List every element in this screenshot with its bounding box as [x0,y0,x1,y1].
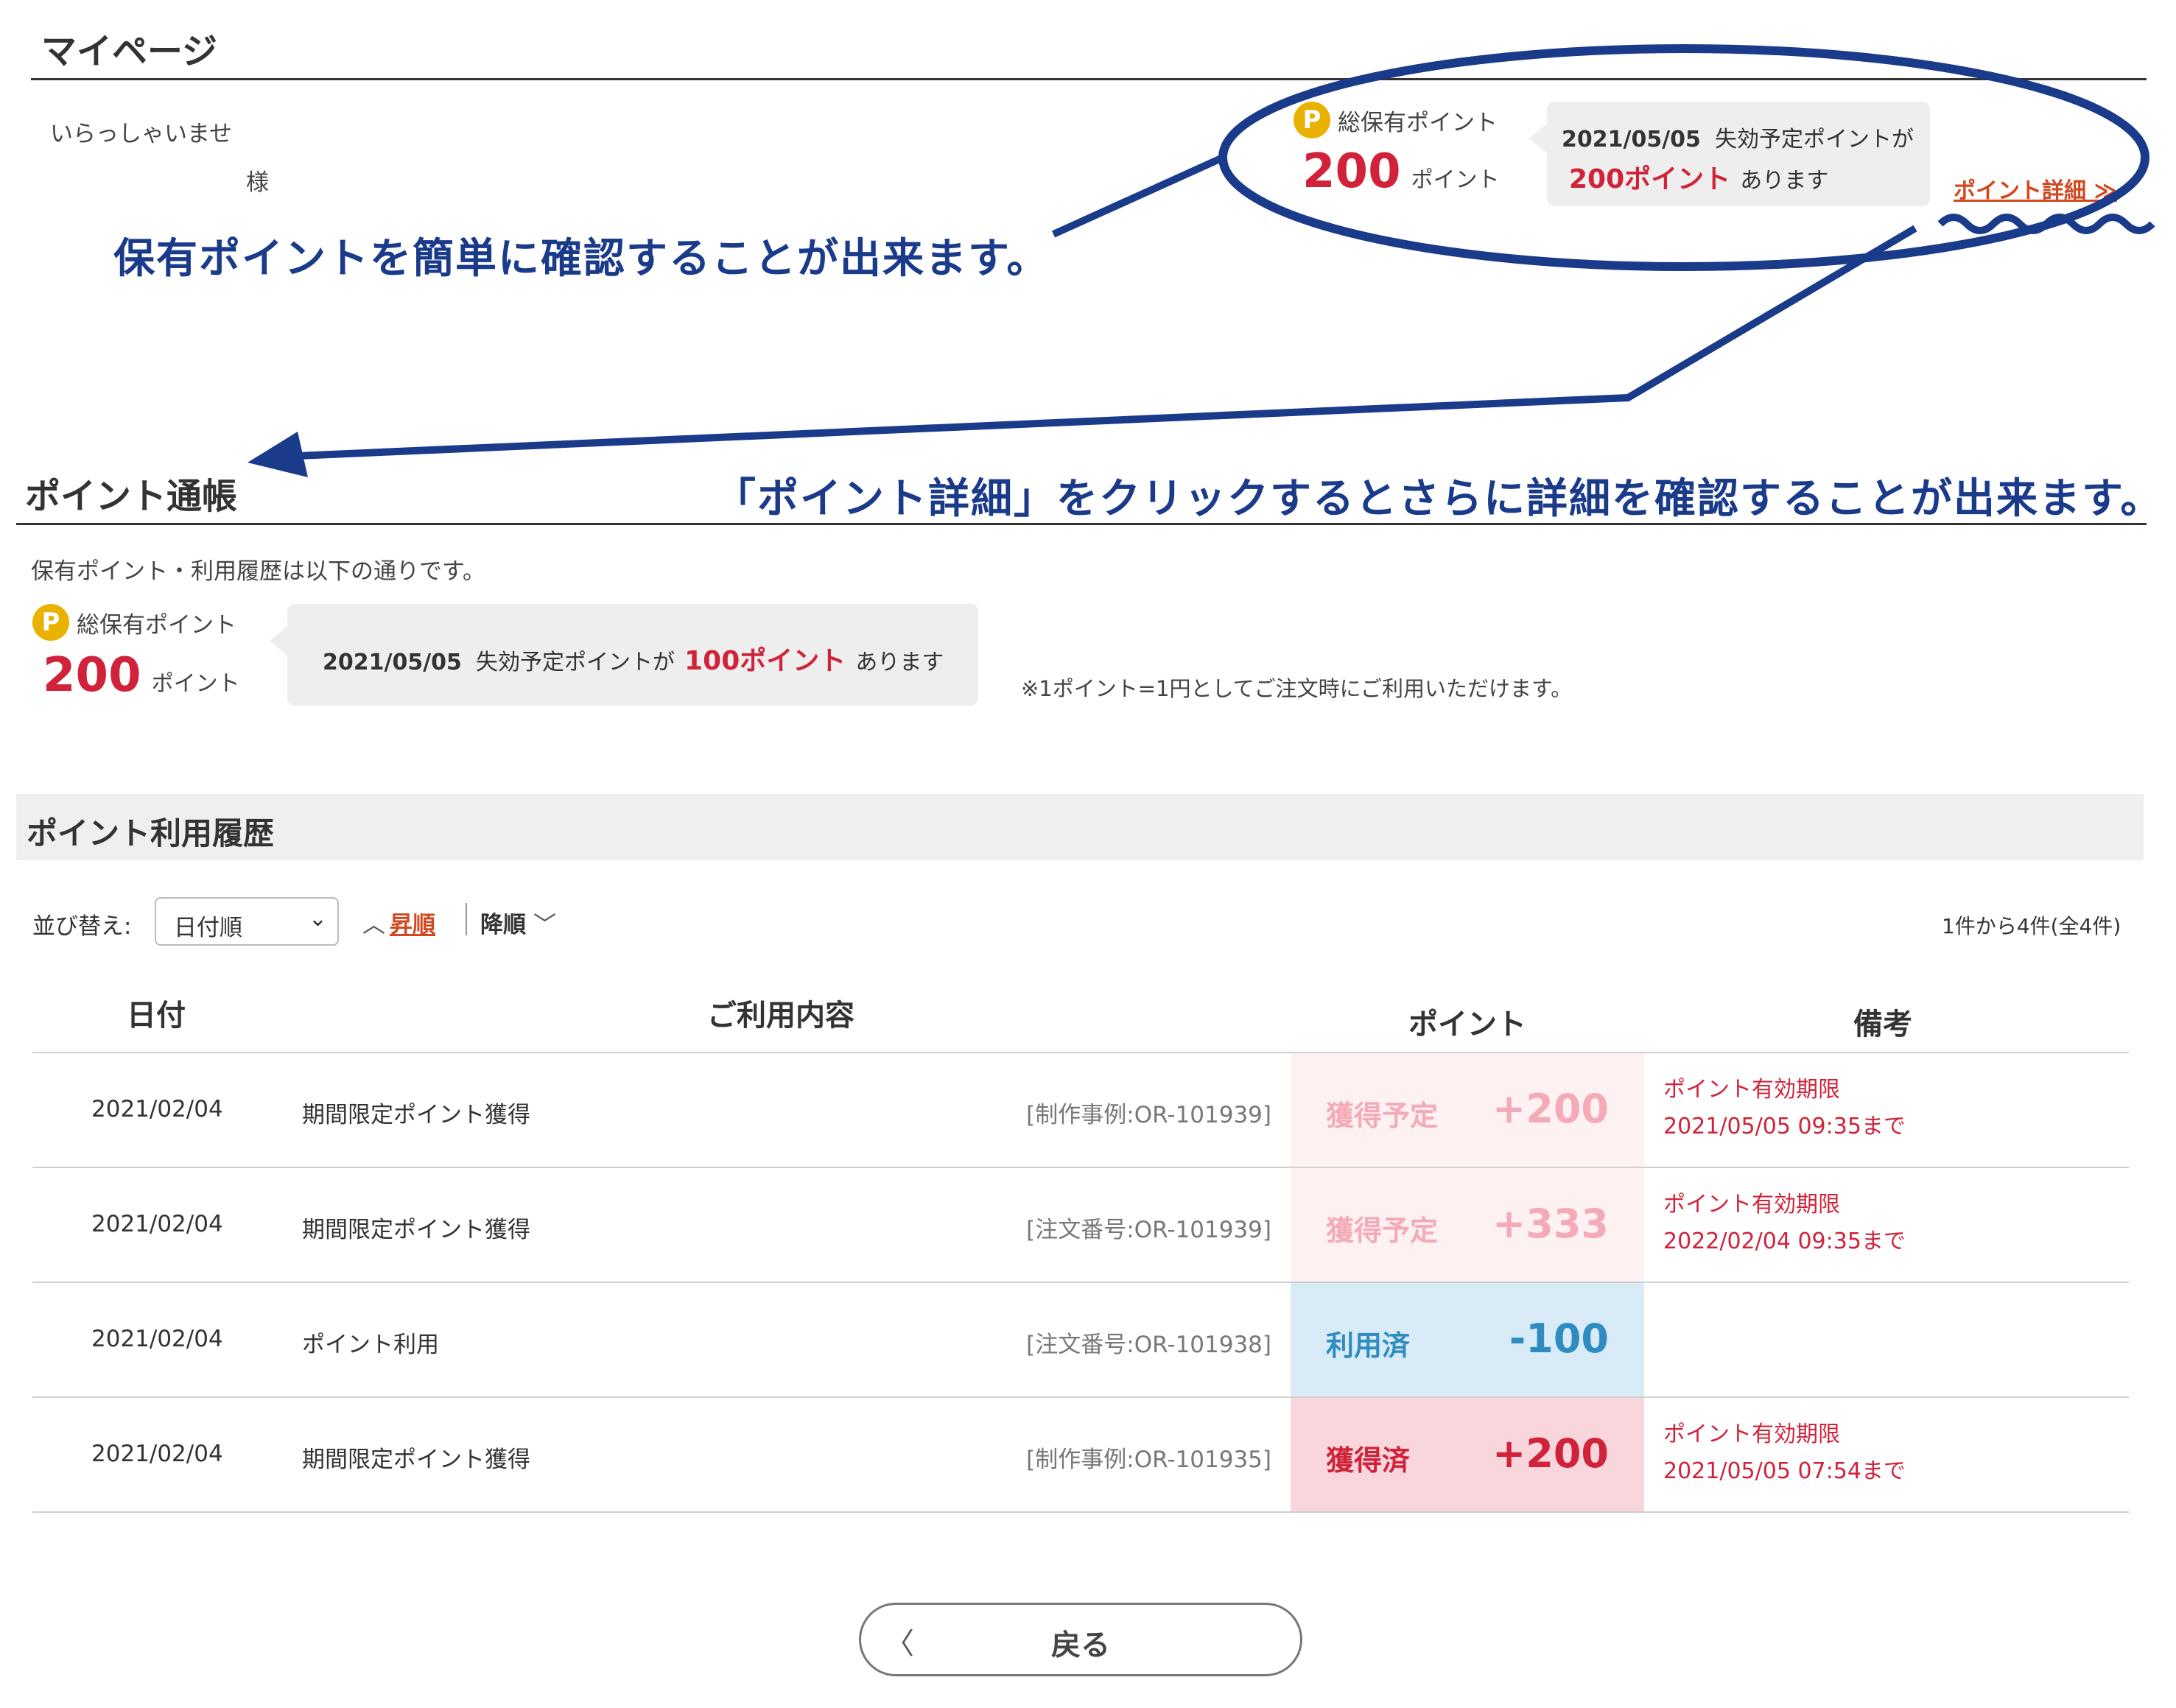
row-status: 獲得予定 [1326,1215,1439,1247]
passbook-title: ポイント通帳 [25,476,238,517]
chevron-down-icon: ⌄ [308,906,327,932]
column-header-date: 日付 [127,999,186,1033]
sort-ascending[interactable]: ︿ 昇順 [362,906,435,939]
history-header: ポイント利用履歴 [16,794,2144,860]
back-button-label: 戻る [1051,1628,1110,1662]
history-title: ポイント利用履歴 [27,815,275,851]
column-header-notes: 備考 [1853,1008,1912,1041]
passbook-expiry-text: 失効予定ポイントが [476,650,675,675]
passbook-expiry-bubble: 2021/05/05 失効予定ポイントが 100ポイント あります [270,604,978,706]
passbook-divider [16,523,2147,525]
column-header-points: ポイント [1408,1008,1526,1041]
point-usage-note: ※1ポイント=1円としてご注文時にご利用いただけます。 [1021,676,1573,701]
chevron-up-icon: ︿ [362,912,385,938]
row-amount: +333 [1492,1201,1609,1247]
passbook-total-label: 総保有ポイント [77,611,236,639]
row-divider [32,1167,2129,1168]
row-note-label: ポイント有効期限 [1663,1421,1840,1447]
sort-select[interactable]: 日付順 ⌄ [155,897,339,946]
row-date: 2021/02/04 [91,1096,223,1122]
callout-line-1 [1051,154,1225,238]
row-reference: [制作事例:OR-101939] [1026,1102,1271,1128]
passbook-intro: 保有ポイント・利用履歴は以下の通りです。 [31,558,485,585]
row-note-date: 2021/05/05 07:54まで [1663,1458,1906,1484]
row-reference: [注文番号:OR-101938] [1026,1332,1271,1358]
row-description: 期間限定ポイント獲得 [302,1447,530,1473]
sort-selected-value: 日付順 [174,915,242,941]
row-reference: [注文番号:OR-101939] [1026,1217,1271,1243]
back-button[interactable]: 〈 戻る [859,1603,1302,1676]
row-reference: [制作事例:OR-101935] [1026,1447,1271,1473]
annotation-text-1: 保有ポイントを簡単に確認することが出来ます。 [113,235,1050,283]
row-note-label: ポイント有効期限 [1663,1077,1840,1103]
chevron-down-icon: ﹀ [533,912,556,938]
sort-descending-label[interactable]: 降順 [480,912,526,938]
row-description: 期間限定ポイント獲得 [302,1217,530,1243]
row-date: 2021/02/04 [91,1326,223,1352]
row-note-date: 2022/02/04 09:35まで [1663,1229,1906,1254]
sort-descending[interactable]: 降順 ﹀ [480,906,556,939]
row-description: 期間限定ポイント獲得 [302,1102,530,1128]
row-amount: +200 [1492,1430,1609,1477]
passbook-total-header: P 総保有ポイント [32,604,236,641]
column-header-content: ご利用内容 [707,999,854,1033]
row-status: 利用済 [1326,1329,1411,1362]
points-unit: ポイント [151,671,240,697]
row-divider [32,1396,2129,1398]
sort-ascending-label[interactable]: 昇順 [390,912,435,938]
annotation-text-2: 「ポイント詳細」をクリックするとさらに詳細を確認することが出来ます。 [715,475,2163,523]
sort-separator [466,903,467,935]
row-date: 2021/02/04 [91,1441,223,1467]
row-divider [32,1511,2129,1513]
row-description: ポイント利用 [302,1332,439,1358]
row-status: 獲得予定 [1326,1100,1439,1132]
arrow-head [248,432,308,477]
row-amount: +200 [1492,1086,1609,1132]
passbook-total-display: 200 ポイント [43,648,240,703]
table-divider [32,1052,2129,1053]
highlight-ellipse [1218,44,2149,271]
passbook-total-value: 200 [43,648,141,703]
passbook-expiry-date: 2021/05/05 [323,650,462,675]
row-status: 獲得済 [1326,1444,1411,1477]
underline-squiggle [1937,214,2155,234]
sort-label: 並び替え: [32,913,132,940]
row-amount: -100 [1509,1315,1609,1362]
point-badge-icon: P [32,604,69,641]
row-note-label: ポイント有効期限 [1663,1192,1840,1217]
passbook-expiry-points: 100ポイント [684,646,846,676]
row-date: 2021/02/04 [91,1211,223,1237]
row-divider [32,1282,2129,1283]
row-note-date: 2021/05/05 09:35まで [1663,1114,1906,1139]
passbook-expiry-suffix: あります [855,650,944,675]
result-count: 1件から4件(全4件) [1942,914,2121,938]
